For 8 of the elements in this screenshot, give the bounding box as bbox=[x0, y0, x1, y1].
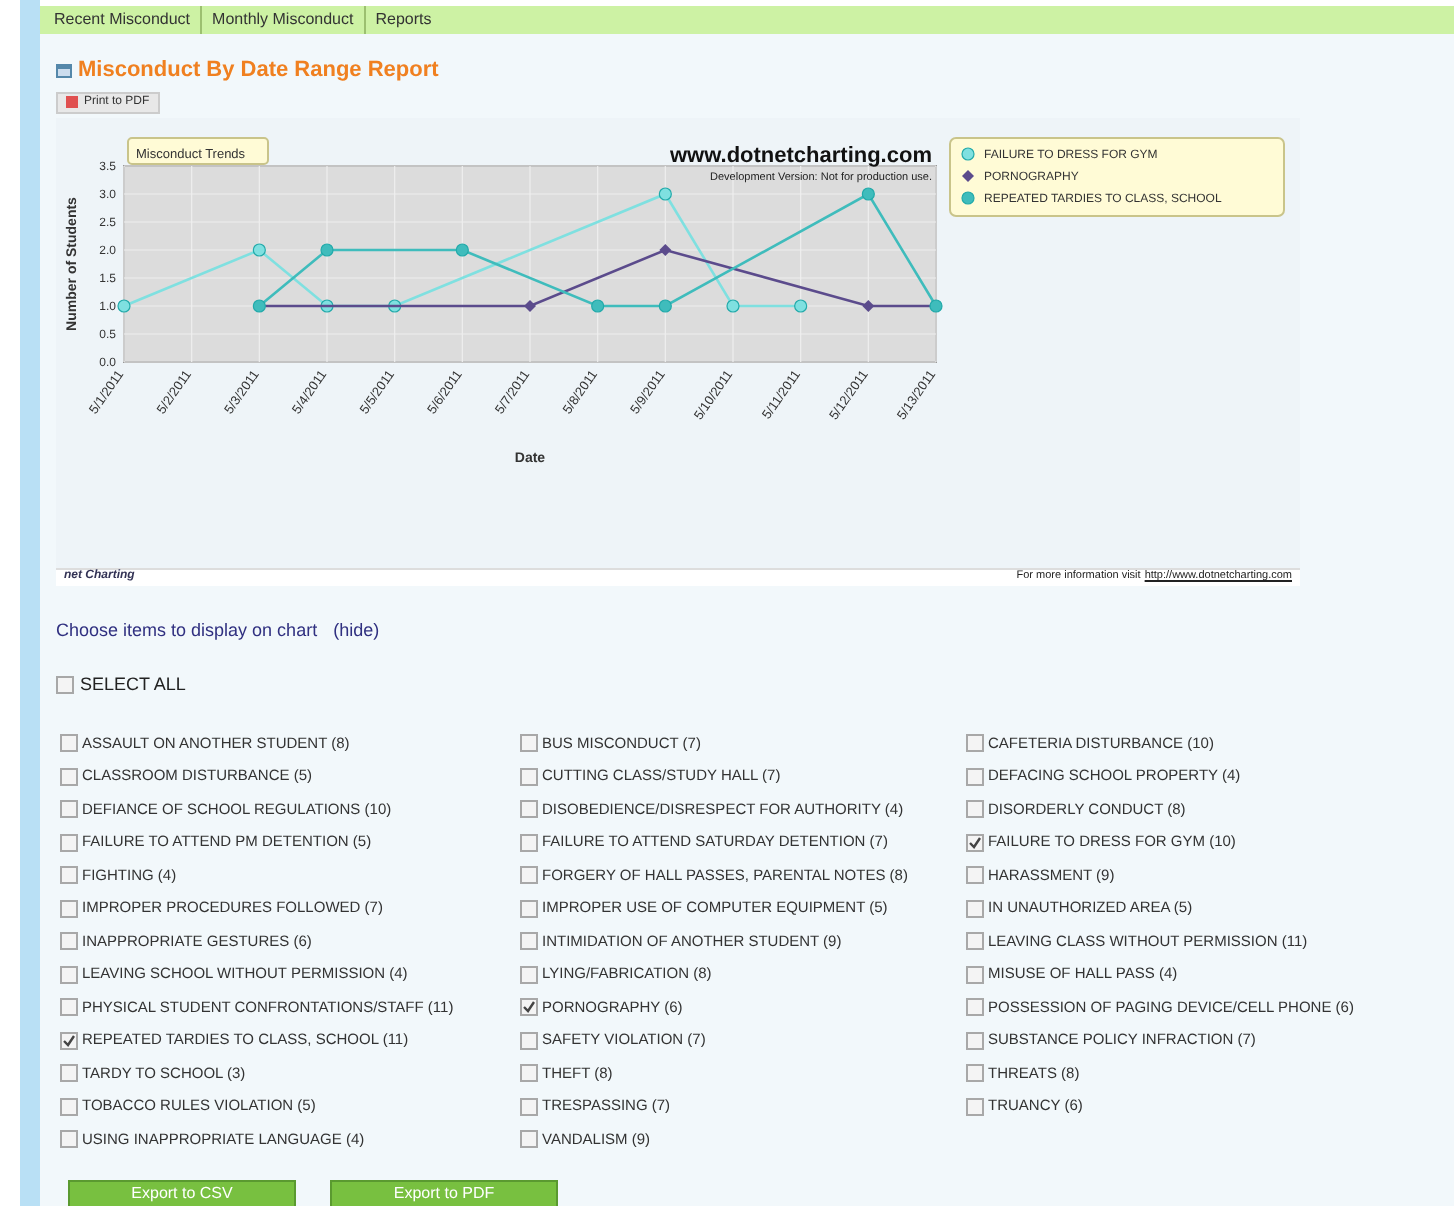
tab[interactable]: Reports bbox=[363, 6, 442, 34]
report-title: Misconduct By Date Range Report bbox=[78, 56, 439, 86]
watermark-title: www.dotnetcharting.com bbox=[670, 143, 932, 167]
choose-items-label: Choose items to display on chart bbox=[56, 617, 318, 644]
hide-link[interactable]: (hide) bbox=[333, 617, 380, 644]
tab[interactable]: Monthly Misconduct bbox=[200, 6, 364, 34]
select-all-label: SELECT ALL bbox=[80, 672, 186, 698]
tab[interactable]: Recent Misconduct bbox=[44, 6, 201, 34]
